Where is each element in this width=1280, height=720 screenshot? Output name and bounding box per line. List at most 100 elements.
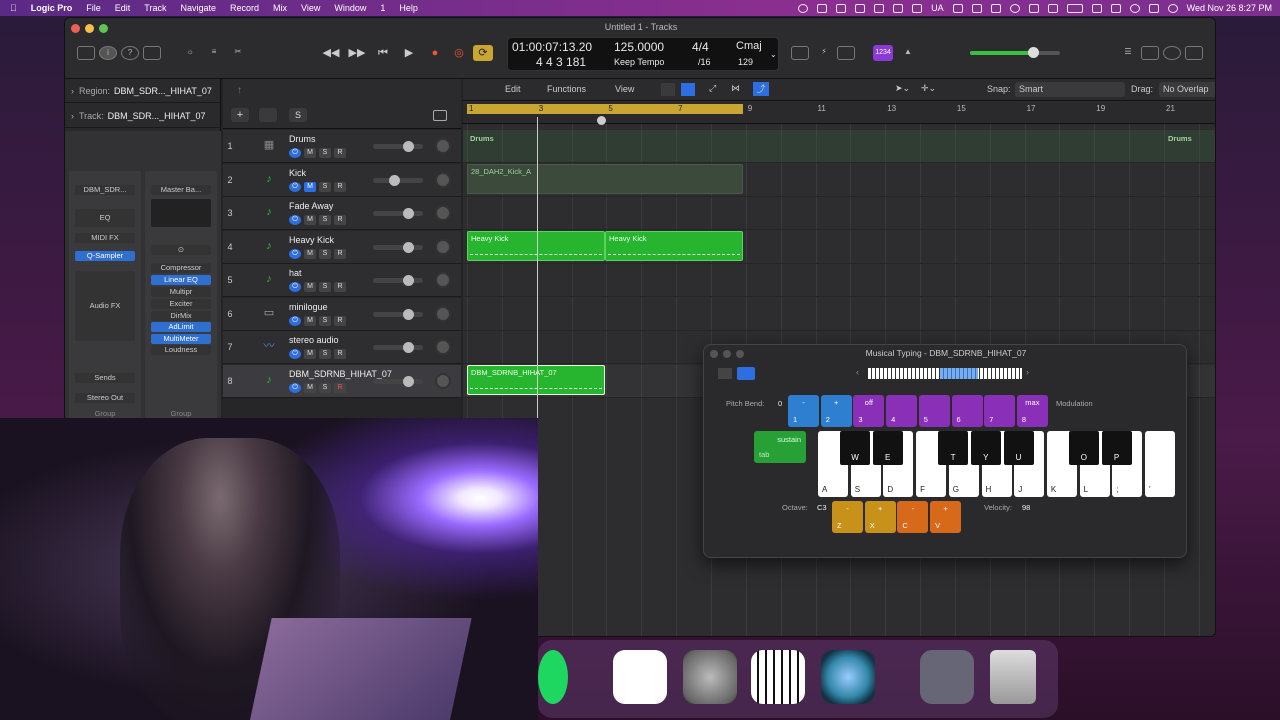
mute-button[interactable]: M	[304, 148, 316, 158]
back-arrow-icon[interactable]: ↑	[237, 85, 242, 96]
tuner-icon[interactable]	[791, 46, 809, 60]
fader-knob[interactable]	[403, 342, 414, 353]
track-icon[interactable]: ▭	[259, 304, 279, 322]
menu-window[interactable]: Window	[327, 3, 373, 13]
volume-fader[interactable]	[373, 141, 423, 152]
menu-view[interactable]: View	[294, 3, 327, 13]
track-name[interactable]: Kick	[289, 168, 306, 178]
grid-icon[interactable]	[912, 3, 923, 13]
disclosure-icon[interactable]: ›	[71, 86, 79, 96]
volume-fader[interactable]	[373, 275, 423, 286]
octave-key[interactable]: + V	[930, 501, 962, 533]
power-icon[interactable]: ⏻	[289, 315, 301, 326]
inspector-track-row[interactable]: › Track: DBM_SDR..._HIHAT_07	[65, 104, 221, 128]
lang-badge[interactable]: UA	[931, 3, 944, 13]
track-lane[interactable]	[463, 298, 1215, 331]
track-icon[interactable]: ▦	[259, 136, 279, 154]
pan-knob[interactable]	[435, 372, 451, 389]
black-key[interactable]: T	[938, 431, 969, 465]
octave-range-highlight[interactable]	[940, 368, 978, 379]
downloads-stack-icon[interactable]	[920, 650, 974, 704]
output-slot[interactable]: Stereo Out	[75, 393, 135, 403]
plugin-slot[interactable]: AdLimit	[151, 322, 211, 332]
track-name[interactable]: Heavy Kick	[289, 235, 334, 245]
shield-icon[interactable]	[952, 3, 963, 13]
edit-menu[interactable]: Edit	[505, 84, 521, 94]
kick-region[interactable]: 28_DAH2_Kick_A	[467, 164, 743, 194]
menu-1[interactable]: 1	[373, 3, 392, 13]
volume-fader[interactable]	[373, 208, 423, 219]
heavy-kick-region[interactable]: Heavy Kick	[467, 231, 605, 261]
power-icon[interactable]: ⏻	[289, 215, 301, 225]
keyboard-layout-icon[interactable]	[1110, 3, 1121, 13]
volume-fader[interactable]	[373, 241, 423, 253]
fader-knob[interactable]	[403, 308, 414, 320]
number-key[interactable]: 4	[886, 395, 918, 427]
pan-knob[interactable]	[435, 205, 451, 221]
power-icon[interactable]: ⏻	[289, 349, 301, 359]
volume-fader[interactable]	[373, 308, 423, 320]
track-row[interactable]: 8 ♪ DBM_SDRNB_HIHAT_07 ⏻ M S R	[223, 364, 461, 398]
black-key[interactable]: U	[1003, 431, 1034, 465]
track-name[interactable]: DBM_SDRNB_HIHAT_07	[289, 369, 392, 379]
wifi-toggle-icon[interactable]	[855, 3, 866, 13]
solo-button[interactable]: S	[319, 248, 331, 259]
instrument-slot[interactable]: Q-Sampler	[75, 251, 135, 261]
black-key[interactable]: P	[1101, 431, 1132, 465]
pan-knob[interactable]	[435, 339, 451, 355]
pan-knob[interactable]	[435, 305, 451, 322]
flex-icon[interactable]: ⋈	[731, 83, 740, 94]
track-icon[interactable]: ♪	[259, 203, 279, 221]
mute-button[interactable]: M	[304, 282, 316, 292]
track-row[interactable]: 7 〰 stereo audio ⏻ M S R	[223, 331, 461, 364]
menu-file[interactable]: File	[79, 3, 108, 13]
sustain-key[interactable]: sustain tab	[754, 431, 806, 463]
record-enable-button[interactable]: R	[334, 181, 346, 192]
menu-app[interactable]: Logic Pro	[24, 3, 80, 13]
ruler[interactable]: 1 3 5 7 9 11 13 15 17 19 21	[463, 102, 1215, 124]
solo-button[interactable]: S	[319, 349, 331, 359]
record-enable-button[interactable]: R	[334, 148, 346, 158]
menu-help[interactable]: Help	[392, 3, 425, 13]
cycle-region[interactable]	[467, 104, 743, 114]
master-volume-slider[interactable]	[970, 47, 1060, 58]
view-menu[interactable]: View	[615, 84, 634, 94]
octave-key[interactable]: + X	[864, 501, 896, 533]
automation-icon[interactable]: ⤴	[753, 82, 769, 96]
wifi-icon[interactable]	[1091, 3, 1102, 13]
drums-folder-region[interactable]: Drums	[467, 132, 767, 162]
trash-icon[interactable]	[990, 650, 1036, 704]
browsers-icon[interactable]	[1185, 46, 1203, 60]
power-icon[interactable]: ⏻	[289, 382, 301, 393]
mute-button[interactable]: M	[304, 215, 316, 225]
notepad-icon[interactable]	[1141, 46, 1159, 60]
plugin-slot[interactable]: Compressor	[151, 263, 211, 273]
number-key[interactable]: 6	[951, 395, 983, 427]
power-icon[interactable]: ⏻	[289, 148, 301, 158]
octave-key[interactable]: -C	[897, 501, 929, 533]
volume-fader[interactable]	[373, 174, 423, 186]
track-row[interactable]: 4 ♪ Heavy Kick ⏻ M S R	[223, 230, 461, 264]
metronome-mode-icon[interactable]	[837, 46, 855, 60]
bolt-icon[interactable]	[874, 3, 885, 13]
toolbar-icon[interactable]	[143, 46, 161, 60]
grid-view-icon[interactable]	[661, 83, 675, 96]
cycle-button[interactable]: ⟳	[473, 45, 493, 61]
record-enable-button[interactable]: R	[334, 248, 346, 259]
lock-icon[interactable]	[817, 3, 828, 13]
menu-navigate[interactable]: Navigate	[173, 3, 223, 13]
track-name[interactable]: Fade Away	[289, 201, 333, 211]
plugin-slot[interactable]: DirMix	[151, 311, 211, 321]
track-name[interactable]: hat	[289, 268, 302, 278]
menu-edit[interactable]: Edit	[108, 3, 138, 13]
count-in-button[interactable]: 1234	[873, 45, 893, 61]
mini-keyboard[interactable]	[868, 368, 1022, 379]
mute-button[interactable]: M	[304, 349, 316, 359]
lcd-display[interactable]: 01:00:07:13.20 4 4 3 181 125.0000 Keep T…	[507, 37, 779, 71]
number-key[interactable]: off 3	[853, 395, 885, 427]
track-icon[interactable]: ♪	[259, 237, 279, 255]
audio-fx-slot[interactable]: Audio FX	[75, 271, 135, 341]
fader-knob[interactable]	[403, 241, 414, 253]
track-icon[interactable]: ♪	[259, 270, 279, 288]
black-key[interactable]: Y	[970, 431, 1001, 465]
